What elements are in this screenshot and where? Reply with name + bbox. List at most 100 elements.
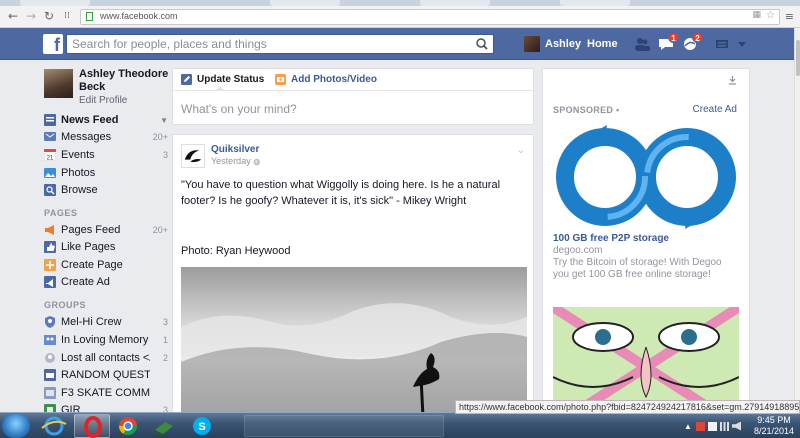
post-timestamp[interactable]: Yesterday ◍ [211, 156, 260, 166]
user-profile-link[interactable]: Ashley Theodore Beck Edit Profile [44, 68, 168, 106]
search-input[interactable] [72, 37, 462, 51]
sidebar-item-count: 1 [162, 335, 168, 345]
url-text[interactable]: www.facebook.com [100, 11, 178, 21]
photos-icon [44, 168, 56, 178]
post-time[interactable]: Yesterday [211, 156, 251, 166]
messages-icon[interactable]: 1 [658, 32, 679, 51]
sidebar-item-pages-feed[interactable]: Pages Feed 20+ [44, 222, 168, 238]
update-status-tab[interactable]: Update Status [181, 74, 264, 85]
sidebar-item-label: Messages [61, 131, 112, 143]
sidebar-item-create-page[interactable]: Create Page [44, 257, 168, 273]
photo-icon [275, 74, 286, 85]
sidebar-options-icon[interactable]: ▼ [150, 116, 168, 125]
extension-icon[interactable]: ▦ [752, 10, 761, 20]
facebook-logo[interactable]: f [43, 34, 63, 55]
tray-up-icon[interactable]: ▲ [684, 422, 693, 431]
group-icon [45, 353, 55, 363]
search-icon[interactable] [471, 35, 493, 53]
tray-app-icon[interactable] [708, 421, 717, 431]
right-column: SPONSORED ▪ Create Ad 100 GB free P2P st… [542, 68, 750, 418]
pages-section-header[interactable]: PAGES [44, 208, 77, 218]
notifications-badge: 2 [692, 32, 703, 43]
link-status-bubble: https://www.facebook.com/photo.php?fbid=… [455, 400, 800, 414]
volume-icon[interactable] [732, 421, 741, 431]
sidebar-item-group[interactable]: Lost all contacts </3 2 [44, 350, 168, 366]
reload-icon[interactable]: ↻ [42, 9, 56, 23]
notifications-icon[interactable]: 2 [682, 32, 703, 51]
clock-date: 8/21/2014 [753, 426, 795, 436]
status-composer: Update Status Add Photos/Video What's on… [172, 68, 534, 125]
profile-link[interactable]: Ashley [524, 34, 581, 54]
sidebar-item-group[interactable]: GIR 3 [44, 402, 168, 412]
profile-name[interactable]: Ashley [545, 38, 581, 50]
internet-explorer-taskbar-icon[interactable] [36, 414, 72, 438]
sidebar-item-browse[interactable]: Browse [44, 182, 168, 198]
address-bar[interactable]: www.facebook.com ▦ ☆ [80, 9, 780, 25]
settings-dropdown-icon[interactable] [734, 37, 750, 51]
system-tray: ▲ [684, 420, 741, 432]
sidebar-item-label: Lost all contacts </3 [61, 352, 150, 364]
groups-section-header[interactable]: GROUPS [44, 300, 86, 310]
create-ad-link[interactable]: Create Ad [693, 104, 737, 115]
sidebar-item-group[interactable]: RANDOM QUESTIO... [44, 367, 168, 383]
post-options-icon[interactable]: ⌄ [517, 145, 525, 156]
opera-taskbar-icon[interactable] [74, 414, 110, 438]
ad-body: Try the Bitcoin of storage! With Degoo y… [553, 257, 722, 280]
post-text: "You have to question what Wiggolly is d… [181, 179, 501, 207]
user-name[interactable]: Ashley Theodore Beck [79, 68, 168, 94]
post-author[interactable]: Quiksilver [211, 144, 259, 155]
sidebar-item-like-pages[interactable]: Like Pages [44, 239, 168, 255]
status-input[interactable]: What's on your mind? [181, 102, 297, 116]
globe-icon: ◍ [253, 157, 261, 166]
sidebar-item-count: 20+ [152, 225, 168, 235]
bookmark-star-icon[interactable]: ☆ [766, 10, 775, 21]
sidebar-item-count: 2 [162, 353, 168, 363]
tray-flag-icon[interactable] [696, 421, 705, 431]
page-scrollbar[interactable] [794, 28, 800, 412]
home-link[interactable]: Home [587, 38, 618, 50]
ad-title[interactable]: 100 GB free P2P storage [553, 233, 669, 244]
sidebar-item-group[interactable]: F3 SKATE COMMIT... [44, 385, 168, 401]
sidebar-item-events[interactable]: 21 Events 3 [44, 147, 168, 163]
scrollbar-thumb[interactable] [796, 40, 800, 76]
sidebar-item-messages[interactable]: Messages 20+ [44, 129, 168, 145]
forward-icon[interactable]: → [24, 9, 38, 23]
sidebar-item-group[interactable]: Mel-Hi Crew 3 [44, 314, 168, 330]
back-icon[interactable]: ← [6, 9, 20, 23]
sidebar-item-news-feed[interactable]: News Feed ▼ [44, 112, 168, 128]
sidebar-item-label: Mel-Hi Crew [61, 316, 122, 328]
degoo-ad-image[interactable] [553, 121, 739, 231]
skype-taskbar-icon[interactable]: S [184, 414, 220, 438]
feed-post: Quiksilver Yesterday ◍ ⌄ "You have to qu… [172, 134, 534, 424]
download-icon[interactable] [728, 76, 737, 85]
user-avatar[interactable] [44, 69, 73, 98]
menu-icon[interactable]: ≡ [785, 10, 794, 23]
search-box[interactable] [66, 34, 494, 54]
sidebar-item-count: 3 [162, 317, 168, 327]
sidebar-item-group[interactable]: In Loving Memory of ... 1 [44, 332, 168, 348]
apps-icon[interactable]: ⁞⁞ [60, 9, 74, 23]
privacy-shortcuts-icon[interactable] [714, 37, 730, 51]
post-photo-credit: Photo: Ryan Heywood [181, 245, 291, 257]
sponsored-icon: ▪ [616, 105, 620, 115]
start-button[interactable] [2, 414, 30, 438]
folder-taskbar-icon[interactable] [146, 414, 182, 438]
sidebar-item-count: 3 [162, 405, 168, 412]
browse-icon [44, 184, 56, 196]
page-avatar[interactable] [181, 144, 205, 168]
sidebar-item-create-ad[interactable]: Create Ad [44, 274, 168, 290]
create-page-icon [44, 259, 56, 271]
sidebar-item-photos[interactable]: Photos [44, 165, 168, 181]
edit-profile-link[interactable]: Edit Profile [79, 95, 127, 106]
sidebar-item-label: Pages Feed [61, 224, 121, 236]
sidebar-item-count: 20+ [152, 132, 168, 142]
taskbar-clock[interactable]: 9:45 PM 8/21/2014 [752, 415, 796, 437]
friend-requests-icon[interactable] [634, 37, 650, 51]
update-status-label: Update Status [197, 74, 265, 85]
ad-domain: degoo.com [553, 245, 603, 256]
add-photos-tab[interactable]: Add Photos/Video [275, 74, 377, 85]
add-photos-label: Add Photos/Video [291, 74, 377, 85]
chrome-taskbar-icon[interactable] [110, 414, 146, 438]
network-icon[interactable] [720, 421, 729, 431]
taskbar-window-button[interactable] [244, 415, 444, 437]
